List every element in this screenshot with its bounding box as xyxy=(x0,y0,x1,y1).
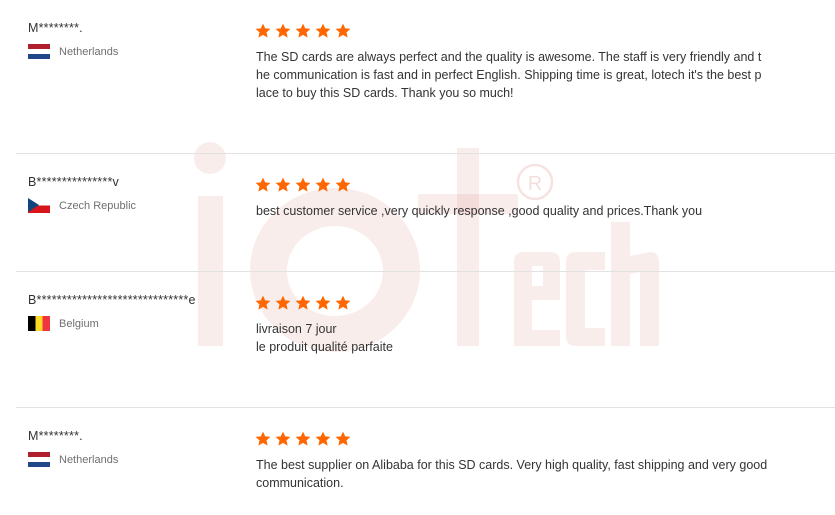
star-icon xyxy=(275,23,291,38)
star-icon xyxy=(275,295,291,310)
buyer-country: Belgium xyxy=(28,316,99,331)
review-text-line: le produit qualité parfaite xyxy=(256,340,393,354)
star-icon xyxy=(295,23,311,38)
buyer-country: Netherlands xyxy=(28,452,118,467)
star-icon xyxy=(295,177,311,192)
czech-republic-flag-icon xyxy=(28,198,50,213)
review-text-line: The best supplier on Alibaba for this SD… xyxy=(256,458,768,472)
reviews-list: M********. Netherlands The SD cards are … xyxy=(0,0,835,515)
buyer-name: M********. xyxy=(28,429,83,443)
star-icon xyxy=(255,431,271,446)
netherlands-flag-icon xyxy=(28,452,50,467)
review-divider xyxy=(16,271,835,272)
review-text: The best supplier on Alibaba for this SD… xyxy=(256,456,816,492)
star-icon xyxy=(255,23,271,38)
review-text-line: livraison 7 jour xyxy=(256,322,337,336)
star-icon xyxy=(295,295,311,310)
star-icon xyxy=(315,177,331,192)
review-text-line: he communication is fast and in perfect … xyxy=(256,68,762,82)
star-icon xyxy=(275,431,291,446)
star-icon xyxy=(315,431,331,446)
review-divider xyxy=(16,407,835,408)
buyer-name: M********. xyxy=(28,21,83,35)
star-icon xyxy=(255,295,271,310)
buyer-name: B***************v xyxy=(28,175,119,189)
star-icon xyxy=(255,177,271,192)
country-name: Netherlands xyxy=(59,453,119,466)
country-name: Netherlands xyxy=(59,45,119,58)
star-rating xyxy=(255,23,355,39)
belgium-flag-icon xyxy=(28,316,50,331)
review-divider xyxy=(16,153,835,154)
review-text: best customer service ,very quickly resp… xyxy=(256,202,816,220)
star-icon xyxy=(335,23,351,38)
review-text-line: lace to buy this SD cards. Thank you so … xyxy=(256,86,514,100)
review-text-line: best customer service ,very quickly resp… xyxy=(256,204,703,218)
buyer-name: B******************************e xyxy=(28,293,196,307)
star-rating xyxy=(255,431,355,447)
star-icon xyxy=(335,177,351,192)
review-text-line: The SD cards are always perfect and the … xyxy=(256,50,762,64)
buyer-country: Netherlands xyxy=(28,44,118,59)
star-rating xyxy=(255,177,355,193)
review-text: livraison 7 jour le produit qualité parf… xyxy=(256,320,816,356)
review-text: The SD cards are always perfect and the … xyxy=(256,48,816,102)
country-name: Belgium xyxy=(59,317,99,330)
star-icon xyxy=(335,295,351,310)
country-name: Czech Republic xyxy=(59,199,137,212)
star-icon xyxy=(315,23,331,38)
star-icon xyxy=(335,431,351,446)
review-text-line: communication. xyxy=(256,476,344,490)
star-rating xyxy=(255,295,355,311)
star-icon xyxy=(295,431,311,446)
netherlands-flag-icon xyxy=(28,44,50,59)
star-icon xyxy=(275,177,291,192)
star-icon xyxy=(315,295,331,310)
buyer-country: Czech Republic xyxy=(28,198,136,213)
